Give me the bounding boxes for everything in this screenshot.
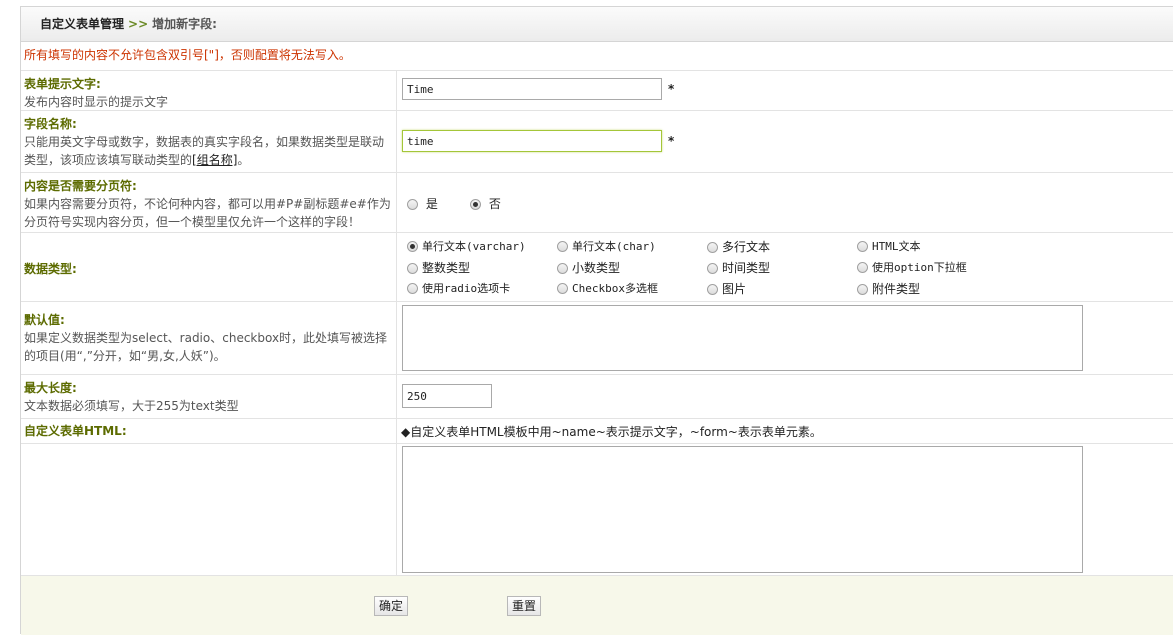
row-max-length: 最大长度: 文本数据必须填写，大于255为text类型 bbox=[21, 375, 1173, 419]
radio-icon[interactable] bbox=[857, 284, 868, 295]
paging-option-no-label: 否 bbox=[488, 197, 501, 211]
data-type-option[interactable]: 附件类型 bbox=[857, 280, 920, 297]
radio-icon[interactable] bbox=[557, 283, 568, 294]
radio-icon[interactable] bbox=[557, 241, 568, 252]
max-length-title: 最大长度: bbox=[24, 381, 77, 395]
paging-label: 内容是否需要分页符: 如果内容需要分页符，不论何种内容，都可以用#P#副标题#e… bbox=[21, 173, 397, 232]
paging-option-no[interactable]: 否 bbox=[470, 195, 501, 212]
radio-icon[interactable] bbox=[407, 263, 418, 274]
data-type-option-label: 单行文本(varchar) bbox=[422, 240, 526, 253]
data-type-option[interactable]: 使用option下拉框 bbox=[857, 259, 967, 275]
data-type-option-label: 时间类型 bbox=[722, 261, 771, 275]
radio-icon[interactable] bbox=[707, 242, 718, 253]
radio-icon[interactable] bbox=[707, 263, 718, 274]
paging-desc: 如果内容需要分页符，不论何种内容，都可以用#P#副标题#e#作为分页符号实现内容… bbox=[24, 197, 391, 229]
custom-html-title: 自定义表单HTML: bbox=[24, 424, 127, 438]
default-value-textarea[interactable] bbox=[402, 305, 1083, 371]
radio-icon[interactable] bbox=[407, 199, 418, 210]
paging-option-yes-label: 是 bbox=[425, 197, 438, 211]
form-panel: 自定义表单管理 >> 增加新字段: 所有填写的内容不允许包含双引号["]，否则配置将… bbox=[20, 6, 1173, 635]
paging-option-yes[interactable]: 是 bbox=[407, 195, 438, 212]
row-label-text: 表单提示文字: 发布内容时显示的提示文字 * bbox=[21, 71, 1173, 111]
data-type-option[interactable]: 整数类型 bbox=[407, 259, 470, 276]
data-type-option[interactable]: 使用radio选项卡 bbox=[407, 280, 510, 296]
data-type-options: 单行文本(varchar) 单行文本(char) 多行文本 HTML文本 整数类… bbox=[398, 233, 1173, 301]
row-default-value: 默认值: 如果定义数据类型为select、radio、checkbox时，此处填… bbox=[21, 302, 1173, 375]
label-text-label: 表单提示文字: 发布内容时显示的提示文字 bbox=[21, 71, 397, 110]
data-type-option-label: 多行文本 bbox=[722, 240, 771, 254]
paging-title: 内容是否需要分页符: bbox=[24, 179, 137, 193]
data-type-option[interactable]: 小数类型 bbox=[557, 259, 620, 276]
field-name-input[interactable] bbox=[402, 130, 662, 152]
field-name-title: 字段名称: bbox=[24, 117, 77, 131]
radio-icon[interactable] bbox=[407, 283, 418, 294]
submit-button[interactable]: 确定 bbox=[374, 596, 409, 616]
radio-icon[interactable] bbox=[407, 241, 418, 252]
data-type-option-label: 图片 bbox=[722, 282, 747, 296]
max-length-label: 最大长度: 文本数据必须填写，大于255为text类型 bbox=[21, 375, 397, 418]
data-type-option[interactable]: 单行文本(varchar) bbox=[407, 238, 526, 254]
radio-icon[interactable] bbox=[857, 262, 868, 273]
data-type-option-label: 小数类型 bbox=[572, 261, 621, 275]
required-mark: * bbox=[668, 134, 675, 148]
radio-icon[interactable] bbox=[857, 241, 868, 252]
label-text-desc: 发布内容时显示的提示文字 bbox=[24, 95, 169, 109]
radio-icon[interactable] bbox=[557, 263, 568, 274]
data-type-title: 数据类型: bbox=[24, 262, 77, 276]
reset-button[interactable]: 重置 bbox=[507, 596, 542, 616]
data-type-option-label: HTML文本 bbox=[872, 240, 921, 253]
breadcrumb-root[interactable]: 自定义表单管理 bbox=[40, 17, 124, 31]
custom-html-label: 自定义表单HTML: bbox=[21, 419, 397, 443]
label-text-input[interactable] bbox=[402, 78, 662, 100]
radio-icon[interactable] bbox=[470, 199, 481, 210]
max-length-desc: 文本数据必须填写，大于255为text类型 bbox=[24, 399, 239, 413]
data-type-option-label: 整数类型 bbox=[422, 261, 471, 275]
field-name-label: 字段名称: 只能用英文字母或数字，数据表的真实字段名，如果数据类型是联动类型，该… bbox=[21, 111, 397, 172]
default-value-title: 默认值: bbox=[24, 313, 65, 327]
group-name-link[interactable]: [组名称] bbox=[192, 153, 237, 167]
data-type-option-label: 使用option下拉框 bbox=[872, 261, 967, 274]
data-type-option[interactable]: 单行文本(char) bbox=[557, 238, 656, 254]
button-bar: 确定 重置 bbox=[21, 575, 1173, 635]
default-value-desc: 如果定义数据类型为select、radio、checkbox时，此处填写被选择的… bbox=[24, 331, 388, 363]
custom-html-textarea[interactable] bbox=[402, 446, 1083, 573]
row-custom-html: 自定义表单HTML: ◆自定义表单HTML模板中用~name~表示提示文字，~f… bbox=[21, 419, 1173, 444]
custom-html-blank-cell bbox=[21, 444, 397, 575]
row-field-name: 字段名称: 只能用英文字母或数字，数据表的真实字段名，如果数据类型是联动类型，该… bbox=[21, 111, 1173, 173]
data-type-option[interactable]: HTML文本 bbox=[857, 238, 921, 254]
breadcrumb-separator: >> bbox=[128, 17, 149, 31]
label-text-title: 表单提示文字: bbox=[24, 77, 101, 91]
data-type-option[interactable]: 时间类型 bbox=[707, 259, 770, 276]
data-type-option[interactable]: Checkbox多选框 bbox=[557, 280, 658, 296]
data-type-option-label: 单行文本(char) bbox=[572, 240, 656, 253]
row-data-type: 数据类型: 单行文本(varchar) 单行文本(char) 多行文本 HTML… bbox=[21, 233, 1173, 302]
data-type-option-label: 使用radio选项卡 bbox=[422, 282, 511, 295]
row-custom-html-editor bbox=[21, 444, 1173, 575]
quote-warning: 所有填写的内容不允许包含双引号["]，否则配置将无法写入。 bbox=[21, 42, 1173, 71]
breadcrumb-current: 增加新字段: bbox=[152, 17, 217, 31]
breadcrumb: 自定义表单管理 >> 增加新字段: bbox=[21, 7, 1173, 42]
row-paging: 内容是否需要分页符: 如果内容需要分页符，不论何种内容，都可以用#P#副标题#e… bbox=[21, 173, 1173, 233]
data-type-option-label: Checkbox多选框 bbox=[572, 282, 658, 295]
custom-html-hint: ◆自定义表单HTML模板中用~name~表示提示文字，~form~表示表单元素。 bbox=[401, 425, 822, 439]
required-mark: * bbox=[668, 82, 675, 96]
radio-icon[interactable] bbox=[707, 284, 718, 295]
default-value-label: 默认值: 如果定义数据类型为select、radio、checkbox时，此处填… bbox=[21, 302, 397, 374]
field-name-desc-end: 。 bbox=[237, 153, 250, 167]
data-type-option[interactable]: 多行文本 bbox=[707, 238, 770, 255]
data-type-option-label: 附件类型 bbox=[872, 282, 921, 296]
data-type-option[interactable]: 图片 bbox=[707, 280, 746, 297]
data-type-label: 数据类型: bbox=[21, 233, 397, 301]
max-length-input[interactable] bbox=[402, 384, 492, 408]
